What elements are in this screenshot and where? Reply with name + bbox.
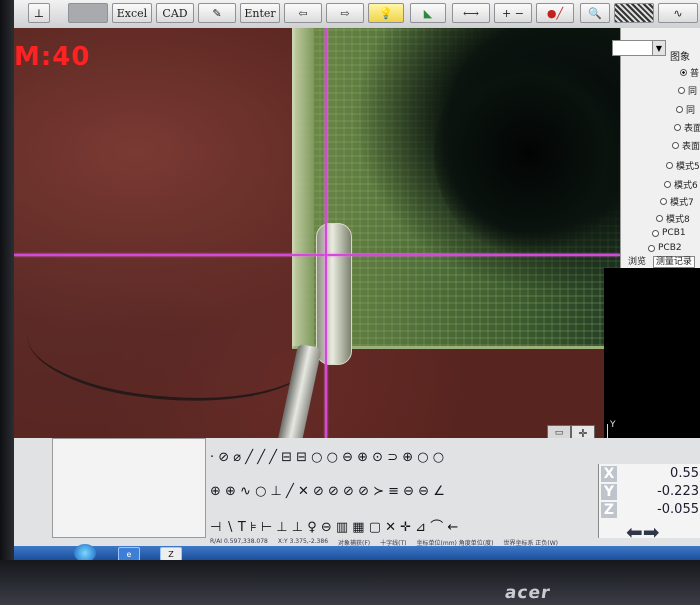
cad-button[interactable]: CAD (156, 3, 194, 23)
panel-icon[interactable] (68, 3, 108, 23)
pcb-board-edge (292, 28, 314, 346)
wave-icon[interactable]: ∿ (658, 3, 698, 23)
radio-icon (678, 87, 685, 94)
plus-minus-icon[interactable]: + − (494, 3, 532, 23)
mode-option-1[interactable]: 普 (680, 66, 699, 79)
solder-joint (316, 223, 352, 365)
red-line-icon[interactable]: ●╱ (536, 3, 574, 23)
zoom-label: M:40 (14, 42, 91, 72)
monitor-screen: ⊥ Excel CAD ✎ Enter ⇦ ⇨ 💡 ◣ ⟷ + − ●╱ 🔍 ∿… (14, 0, 700, 560)
mode-option-9[interactable]: 模式8 (656, 212, 690, 225)
h-line-icon[interactable]: ⟷ (452, 3, 490, 23)
crosshair-horizontal (14, 254, 620, 256)
windows-taskbar (14, 546, 700, 560)
excel-button[interactable]: Excel (112, 3, 152, 23)
tool-palette: · ⊘ ⌀ ╱ ╱ ╱ ⊟ ⊟ ○ ○ ⊖ ⊕ ⊙ ⊃ ⊕ ○ ○ ⊕ ⊕ ∿ … (210, 442, 598, 538)
cable-shadow (21, 268, 325, 421)
crosshair-vertical (325, 28, 327, 438)
radio-icon (672, 142, 679, 149)
ie-icon[interactable]: e (118, 547, 140, 560)
dark-component (434, 48, 620, 258)
tool-row-2[interactable]: ⊕ ⊕ ∿ ○ ⊥ ╱ ✕ ⊘ ⊘ ⊘ ⊘ ≻ ≡ ⊖ ⊖ ∠ (210, 484, 445, 499)
monitor-bezel-bottom (0, 560, 700, 605)
start-button[interactable] (74, 544, 96, 560)
axis-y-label: Y (610, 420, 616, 430)
dro-x-label: X (601, 466, 617, 482)
tool-row-3[interactable]: ⊣ ∖ T ⊧ ⊢ ⊥ ⊥ ♀ ⊖ ▥ ▦ ▢ ✕ ✛ ⊿ ⌒ ← (210, 516, 458, 535)
preview-box (52, 438, 206, 538)
mode-option-8[interactable]: 模式7 (660, 195, 694, 208)
enter-button[interactable]: Enter (240, 3, 280, 23)
monitor-bezel-left (0, 0, 14, 605)
radio-icon (676, 106, 683, 113)
mode-option-7[interactable]: 模式6 (664, 178, 698, 191)
terrain-icon[interactable]: ◣ (410, 3, 446, 23)
magnifier-icon[interactable]: 🔍 (580, 3, 610, 23)
pen-icon[interactable]: ✎ (198, 3, 236, 23)
radio-icon (674, 124, 681, 131)
mode-option-4[interactable]: 表面 (674, 121, 700, 134)
radio-icon (648, 244, 655, 252)
coordinate-view[interactable] (604, 268, 700, 464)
grid-icon[interactable]: ✛ (571, 425, 595, 438)
arrow-right-icon[interactable]: ⇨ (326, 3, 364, 23)
tab-browse[interactable]: 浏览 (628, 257, 646, 267)
brand-logo: acer (503, 583, 552, 603)
pattern-icon[interactable] (614, 3, 654, 23)
dro-y-value: -0.223 (657, 484, 699, 499)
radio-icon (656, 215, 663, 222)
measure-icon[interactable]: ⊥ (28, 3, 50, 23)
camera-snapshot-icon[interactable]: ▭ (547, 425, 571, 438)
camera-view[interactable]: M:40 ▭ ✛ (14, 28, 620, 438)
radio-icon (652, 229, 659, 237)
mode-option-5[interactable]: 表面 (672, 139, 700, 152)
dro-x-value: 0.55 (670, 466, 699, 481)
bulb-icon[interactable]: 💡 (368, 3, 404, 23)
radio-icon (666, 162, 673, 169)
tool-row-1[interactable]: · ⊘ ⌀ ╱ ╱ ╱ ⊟ ⊟ ○ ○ ⊖ ⊕ ⊙ ⊃ ⊕ ○ ○ (210, 450, 444, 465)
image-group-title: 图象 (670, 52, 690, 63)
radio-icon (680, 69, 687, 76)
mode-option-6[interactable]: 模式5 (666, 159, 700, 172)
mode-combo[interactable]: ▼ (612, 40, 666, 56)
main-toolbar: ⊥ Excel CAD ✎ Enter ⇦ ⇨ 💡 ◣ ⟷ + − ●╱ 🔍 ∿ (14, 0, 700, 29)
dro-z-label: Z (601, 502, 617, 518)
dro-y-label: Y (601, 484, 617, 500)
tab-measure-record[interactable]: 测量记录 (652, 256, 695, 268)
app-icon[interactable]: Z (160, 547, 182, 560)
radio-icon (664, 181, 671, 188)
chevron-down-icon[interactable]: ▼ (652, 41, 665, 55)
arrow-left-icon[interactable]: ⇦ (284, 3, 322, 23)
move-arrows-icon[interactable]: ⬅➡ (626, 520, 660, 544)
mode-option-pcb1[interactable]: PCB1 (652, 228, 686, 238)
mode-option-3[interactable]: 同 (676, 103, 695, 116)
radio-icon (660, 198, 667, 205)
dro-z-value: -0.055 (657, 502, 699, 517)
mode-option-pcb2[interactable]: PCB2 (648, 243, 682, 253)
mode-option-2[interactable]: 同 (678, 84, 697, 97)
panel-tabs: 浏览 测量记录 (628, 254, 695, 268)
